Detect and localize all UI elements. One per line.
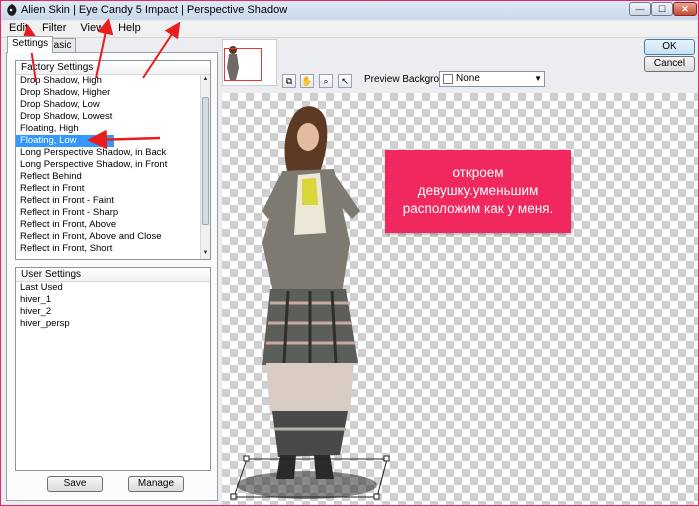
preview-background-value: None <box>456 73 480 84</box>
maximize-button[interactable]: ☐ <box>651 2 673 16</box>
annotation-note: откроем девушку.уменьшим расположим как … <box>385 150 571 233</box>
title-bar: Alien Skin | Eye Candy 5 Impact | Perspe… <box>1 1 698 20</box>
close-icon: ✕ <box>681 3 689 14</box>
factory-setting-item[interactable]: Reflect Behind <box>16 171 210 183</box>
preview-background-select[interactable]: None ▼ <box>439 71 545 87</box>
arrow-pointer-icon: ↖ <box>341 76 349 86</box>
factory-settings-items: Drop Shadow, High Drop Shadow, Higher Drop… <box>16 75 210 255</box>
cancel-button[interactable]: Cancel <box>644 56 695 72</box>
ok-button[interactable]: OK <box>644 39 695 55</box>
factory-scrollbar[interactable]: ▲ ▼ <box>200 75 210 259</box>
tab-settings[interactable]: Settings <box>7 36 54 53</box>
factory-settings-header: Factory Settings <box>16 61 210 75</box>
background-swatch <box>443 74 453 84</box>
scroll-down-icon[interactable]: ▼ <box>202 250 209 258</box>
close-button[interactable]: ✕ <box>673 2 697 16</box>
annotation-line-2: девушку.уменьшим <box>417 183 539 198</box>
factory-setting-item[interactable]: Reflect in Front, Short <box>16 243 210 255</box>
preview-toggle-button[interactable]: ⧉ <box>282 74 296 88</box>
menu-filter[interactable]: Filter <box>42 21 66 37</box>
scroll-up-icon[interactable]: ▲ <box>202 76 209 84</box>
navigator-viewport[interactable] <box>224 48 262 81</box>
factory-setting-item[interactable]: Floating, High <box>16 123 210 135</box>
factory-setting-item[interactable]: Reflect in Front - Sharp <box>16 207 210 219</box>
factory-setting-item[interactable]: Reflect in Front, Above <box>16 219 210 231</box>
minimize-icon: — <box>635 4 645 14</box>
factory-setting-item[interactable]: Reflect in Front - Faint <box>16 195 210 207</box>
preview-canvas[interactable]: откроем девушку.уменьшим расположим как … <box>222 93 698 505</box>
factory-setting-item[interactable]: Drop Shadow, High <box>16 75 210 87</box>
hand-tool-button[interactable]: ✋ <box>300 74 314 88</box>
navigator-thumbnail[interactable] <box>222 39 277 86</box>
factory-setting-item[interactable]: Reflect in Front, Above and Close <box>16 231 210 243</box>
zoom-icon: ⌕ <box>323 76 329 86</box>
user-setting-item[interactable]: Last Used <box>16 282 210 294</box>
user-settings-header: User Settings <box>16 268 210 282</box>
save-button[interactable]: Save <box>47 476 103 492</box>
eye-candy-window: Alien Skin | Eye Candy 5 Impact | Perspe… <box>0 0 699 506</box>
factory-setting-item[interactable]: Drop Shadow, Lowest <box>16 111 210 123</box>
settings-panel: Factory Settings Drop Shadow, High Drop S… <box>6 52 218 501</box>
user-setting-item[interactable]: hiver_2 <box>16 306 210 318</box>
factory-setting-item[interactable]: Floating, Low <box>16 135 114 147</box>
factory-setting-item[interactable]: Drop Shadow, Low <box>16 99 210 111</box>
split-view-icon: ⧉ <box>285 76 293 86</box>
menu-help[interactable]: Help <box>118 21 141 37</box>
user-setting-item[interactable]: hiver_persp <box>16 318 210 330</box>
scroll-thumb[interactable] <box>202 97 209 225</box>
menu-bar: Edit Filter View Help <box>1 21 698 38</box>
factory-settings-list[interactable]: Factory Settings Drop Shadow, High Drop S… <box>15 60 211 260</box>
factory-setting-item[interactable]: Drop Shadow, Higher <box>16 87 210 99</box>
hand-icon: ✋ <box>301 76 313 86</box>
maximize-icon: ☐ <box>657 3 667 14</box>
factory-setting-item[interactable]: Long Perspective Shadow, in Back <box>16 147 210 159</box>
app-icon <box>7 4 17 16</box>
annotation-line-1: откроем <box>452 165 504 180</box>
user-settings-items: Last Used hiver_1 hiver_2 hiver_persp <box>16 282 210 330</box>
user-setting-item[interactable]: hiver_1 <box>16 294 210 306</box>
select-tool-button[interactable]: ↖ <box>338 74 352 88</box>
chevron-down-icon: ▼ <box>534 74 542 83</box>
manage-button[interactable]: Manage <box>128 476 184 492</box>
annotation-line-3: расположим как у меня. <box>402 201 554 216</box>
user-settings-list[interactable]: User Settings Last Used hiver_1 hiver_2 hiv… <box>15 267 211 471</box>
zoom-tool-button[interactable]: ⌕ <box>319 74 333 88</box>
factory-setting-item[interactable]: Long Perspective Shadow, in Front <box>16 159 210 171</box>
minimize-button[interactable]: — <box>629 2 651 16</box>
factory-setting-item[interactable]: Reflect in Front <box>16 183 210 195</box>
menu-edit[interactable]: Edit <box>9 21 28 37</box>
menu-view[interactable]: View <box>80 21 104 37</box>
window-title: Alien Skin | Eye Candy 5 Impact | Perspe… <box>21 4 288 16</box>
